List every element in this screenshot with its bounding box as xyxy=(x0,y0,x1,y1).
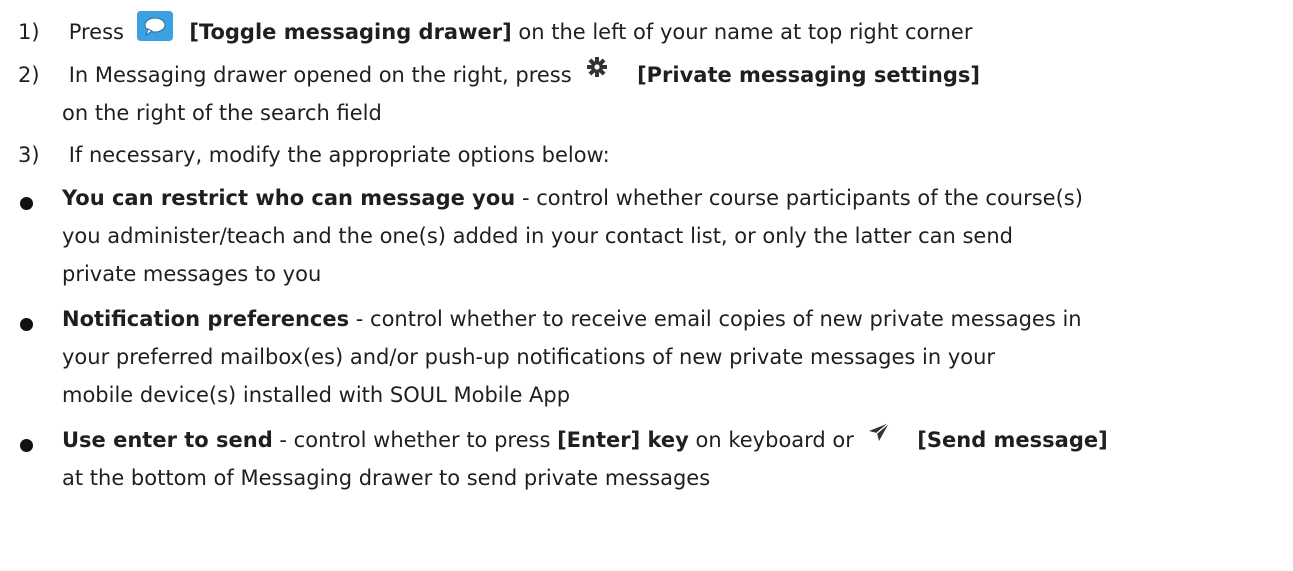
bullet-dot xyxy=(20,439,33,452)
bullet-3-enter-key: [Enter] key xyxy=(557,428,689,452)
gear-icon xyxy=(586,56,608,78)
bullet-dot xyxy=(20,197,33,210)
step-3: 3) If necessary, modify the appropriate … xyxy=(18,137,610,173)
bullet-1-line1: You can restrict who can message you - c… xyxy=(62,180,1083,216)
step-3-number: 3) xyxy=(18,143,40,167)
bullet-1-line3-text: private messages to you xyxy=(62,262,322,286)
bullet-1-title: You can restrict who can message you xyxy=(62,186,516,210)
step-1-post-text: on the left of your name at top right co… xyxy=(511,20,973,44)
bullet-3-title: Use enter to send xyxy=(62,428,273,452)
step-1-number: 1) xyxy=(18,20,40,44)
bullet-2-line3-text: mobile device(s) installed with SOUL Mob… xyxy=(62,383,571,407)
step-3-text: If necessary, modify the appropriate opt… xyxy=(68,143,610,167)
bullet-2-line2-text: your preferred mailbox(es) and/or push-u… xyxy=(62,345,996,369)
bullet-3-text-a: - control whether to press xyxy=(272,428,558,452)
step-2-continuation: on the right of the search field xyxy=(62,95,382,131)
step-1-pre-text: Press xyxy=(68,20,124,44)
bullet-2-line1: Notification preferences - control wheth… xyxy=(62,301,1082,337)
bullet-1-text: - control whether course participants of… xyxy=(515,186,1083,210)
instructions-document: 1) Press [Toggle messaging drawer] on th… xyxy=(0,0,1293,571)
bullet-2-text: - control whether to receive email copie… xyxy=(349,307,1082,331)
bullet-2-title: Notification preferences xyxy=(62,307,350,331)
bullet-1-line3: private messages to you xyxy=(62,256,321,292)
bullet-3-text-b: on keyboard or xyxy=(688,428,854,452)
bullet-1-line2: you administer/teach and the one(s) adde… xyxy=(62,218,1013,254)
bullet-2-line2: your preferred mailbox(es) and/or push-u… xyxy=(62,339,995,375)
step-2: 2) In Messaging drawer opened on the rig… xyxy=(18,57,980,93)
step-2-line2: on the right of the search field xyxy=(62,101,382,125)
step-1: 1) Press [Toggle messaging drawer] on th… xyxy=(18,11,973,50)
bullet-3-line2: at the bottom of Messaging drawer to sen… xyxy=(62,460,710,496)
step-2-bold: [Private messaging settings] xyxy=(637,63,980,87)
send-icon xyxy=(867,421,891,443)
bullet-3-line2-text: at the bottom of Messaging drawer to sen… xyxy=(62,466,711,490)
bullet-1-line2-text: you administer/teach and the one(s) adde… xyxy=(62,224,1013,248)
bullet-2-line3: mobile device(s) installed with SOUL Mob… xyxy=(62,377,570,413)
step-1-bold: [Toggle messaging drawer] xyxy=(189,20,512,44)
bullet-3-line1: Use enter to send - control whether to p… xyxy=(62,422,1108,458)
step-2-pre-text: In Messaging drawer opened on the right,… xyxy=(68,63,572,87)
bullet-dot xyxy=(20,318,33,331)
bullet-3-send-message: [Send message] xyxy=(917,428,1108,452)
step-2-number: 2) xyxy=(18,63,40,87)
toggle-messaging-drawer-icon xyxy=(136,11,173,41)
